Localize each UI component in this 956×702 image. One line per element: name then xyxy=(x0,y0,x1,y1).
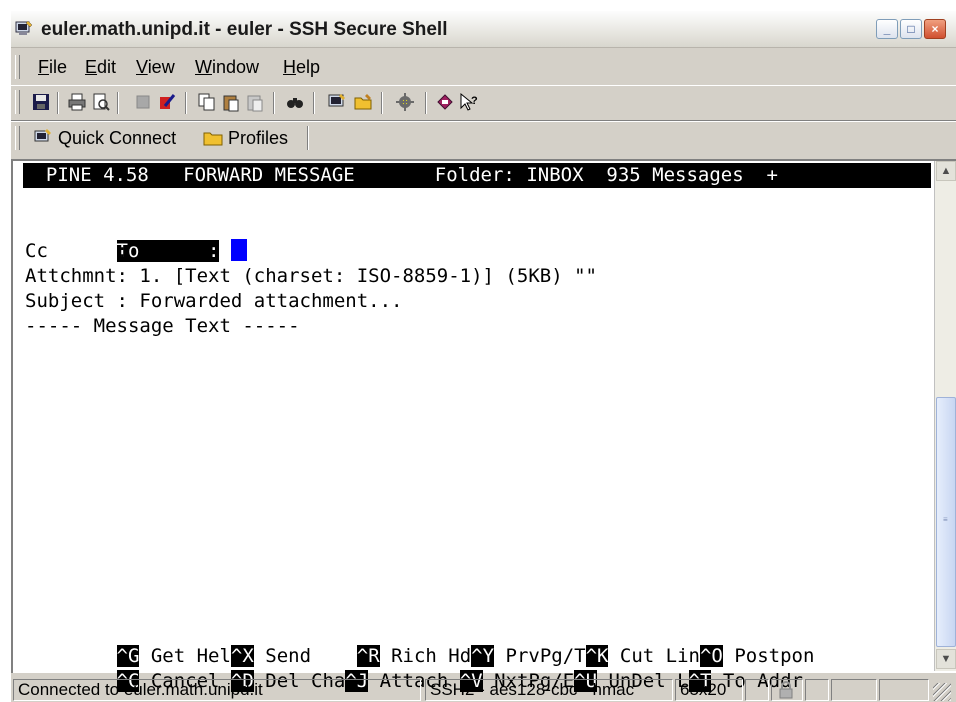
menu-bar: File Edit View Window Help xyxy=(11,51,956,83)
app-icon xyxy=(15,20,33,35)
quick-connect-bar: Quick Connect Profiles xyxy=(11,121,956,158)
scroll-thumb[interactable]: ≡ xyxy=(936,397,956,647)
menu-help[interactable]: Help xyxy=(283,57,320,78)
find-icon[interactable] xyxy=(285,92,305,112)
menu-file[interactable]: File xyxy=(38,57,67,78)
scroll-up-button[interactable]: ▲ xyxy=(936,161,956,181)
ssh-window: euler.math.unipd.it - euler - SSH Secure… xyxy=(10,10,956,702)
svg-text:?: ? xyxy=(471,95,478,107)
status-panel-empty-3 xyxy=(879,679,929,701)
scroll-thumb-grip: ≡ xyxy=(943,515,948,524)
menu-window-label: Window xyxy=(195,57,260,77)
quick-connect-icon xyxy=(34,129,51,142)
toolbar-separator xyxy=(381,92,383,114)
terminal-frame: PINE 4.58 FORWARD MESSAGE Folder: INBOX … xyxy=(11,159,956,692)
toolbar-separator xyxy=(117,92,119,114)
help-topics-icon[interactable] xyxy=(435,92,455,112)
quick-connect-button[interactable]: Quick Connect xyxy=(33,128,176,154)
window-title: euler.math.unipd.it - euler - SSH Secure… xyxy=(41,19,448,40)
resize-grip[interactable] xyxy=(933,683,951,701)
close-button[interactable]: × xyxy=(924,19,946,39)
print-preview-icon[interactable] xyxy=(91,92,111,112)
message-text-separator: ----- Message Text ----- xyxy=(25,315,300,337)
vertical-scrollbar[interactable]: ▲ ≡ ▼ xyxy=(934,161,956,671)
lock-icon xyxy=(779,681,793,699)
toolbar-separator xyxy=(185,92,187,114)
toolbar: ? xyxy=(11,85,956,121)
toolbar-separator xyxy=(313,92,315,114)
attachment-line[interactable]: Attchmnt: 1. [Text (charset: ISO-8859-1)… xyxy=(25,264,597,289)
delete-icon[interactable] xyxy=(157,92,177,112)
toolbar-grip[interactable] xyxy=(15,90,20,114)
paste-alt-icon[interactable] xyxy=(245,92,265,112)
terminal[interactable]: PINE 4.58 FORWARD MESSAGE Folder: INBOX … xyxy=(15,163,939,692)
copy-icon[interactable] xyxy=(197,92,217,112)
status-bar: Connected to euler.math.unipd.it SSH2 - … xyxy=(11,677,956,702)
menu-file-label: File xyxy=(38,57,68,77)
subject-line[interactable]: Subject : Forwarded attachment... xyxy=(25,289,403,314)
disconnect-icon[interactable] xyxy=(133,92,153,112)
status-terminal-size: 65x20 xyxy=(675,679,743,701)
quick-connect-label: Quick Connect xyxy=(58,128,177,148)
status-panel-empty-2 xyxy=(831,679,877,701)
status-lock-panel xyxy=(771,679,803,701)
status-activity-panel xyxy=(745,679,769,701)
menu-view[interactable]: View xyxy=(136,57,175,78)
menu-edit-label: Edit xyxy=(85,57,117,77)
terminal-cursor xyxy=(230,239,247,261)
toolbar-separator xyxy=(273,92,275,114)
toolbar-separator xyxy=(425,92,427,114)
quickbar-grip[interactable] xyxy=(15,126,20,150)
maximize-button[interactable]: □ xyxy=(900,19,922,39)
title-bar[interactable]: euler.math.unipd.it - euler - SSH Secure… xyxy=(11,11,956,48)
menu-edit[interactable]: Edit xyxy=(85,57,116,78)
quickbar-end-separator xyxy=(307,126,309,150)
status-connection: Connected to euler.math.unipd.it xyxy=(13,679,421,701)
to-field-label: To : xyxy=(116,240,220,262)
paste-icon[interactable] xyxy=(221,92,241,112)
status-panel-empty-1 xyxy=(805,679,829,701)
new-file-transfer-icon[interactable] xyxy=(353,92,373,112)
profiles-label: Profiles xyxy=(228,128,289,148)
save-icon[interactable] xyxy=(31,92,51,112)
folder-icon xyxy=(203,132,223,146)
pine-header: PINE 4.58 FORWARD MESSAGE Folder: INBOX … xyxy=(23,163,931,188)
toolbar-separator xyxy=(57,92,59,114)
minimize-button[interactable]: _ xyxy=(876,19,898,39)
menu-view-label: View xyxy=(136,57,175,77)
menu-help-label: Help xyxy=(283,57,321,77)
menu-window[interactable]: Window xyxy=(195,57,259,78)
whats-this-icon[interactable]: ? xyxy=(459,92,479,112)
status-cipher: SSH2 - aes128-cbc - hmac xyxy=(425,679,673,701)
menu-grip[interactable] xyxy=(15,55,20,79)
scroll-down-button[interactable]: ▼ xyxy=(936,649,956,669)
settings-icon[interactable] xyxy=(395,92,415,112)
new-terminal-icon[interactable] xyxy=(327,92,347,112)
cc-field-line[interactable]: Cc : xyxy=(25,239,128,264)
print-icon[interactable] xyxy=(67,92,87,112)
profiles-button[interactable]: Profiles xyxy=(203,128,288,154)
